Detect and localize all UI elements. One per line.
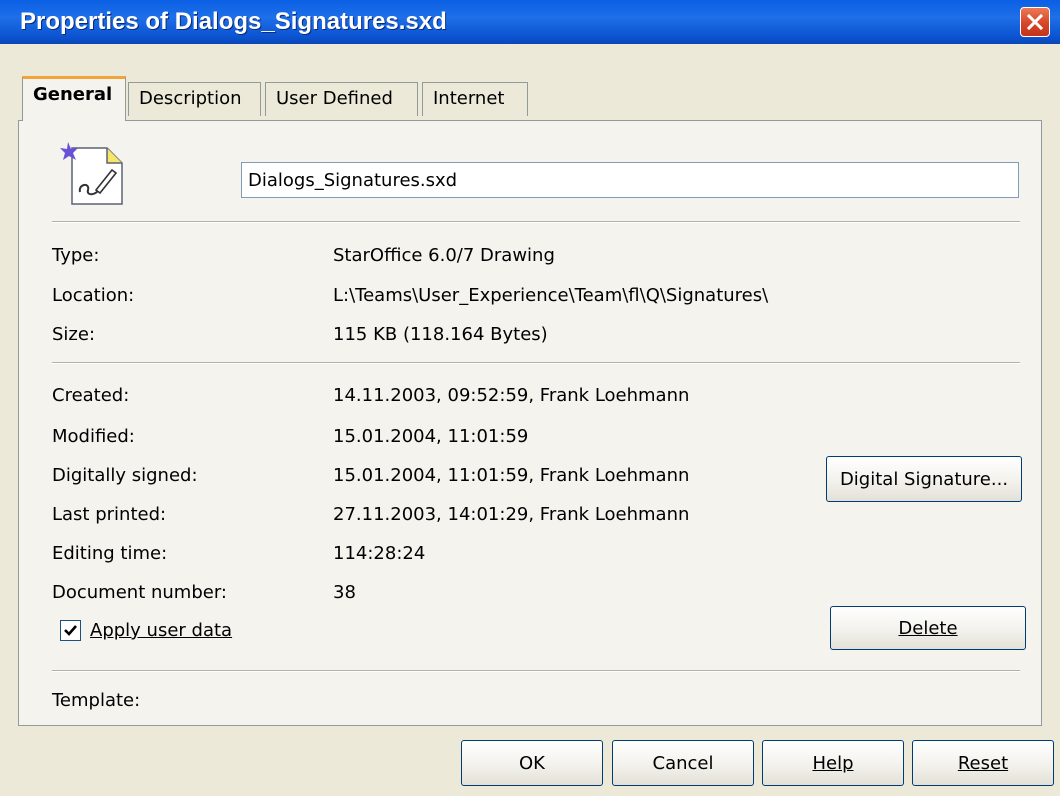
- editing-time-label: Editing time:: [52, 543, 168, 564]
- tab-description[interactable]: Description: [128, 82, 261, 116]
- template-label: Template:: [52, 690, 141, 711]
- tab-user-defined-label: User Defined: [276, 88, 393, 109]
- digitally-signed-value: 15.01.2004, 11:01:59, Frank Loehmann: [333, 465, 690, 486]
- window-title: Properties of Dialogs_Signatures.sxd: [20, 8, 447, 35]
- help-button[interactable]: Help: [762, 740, 904, 786]
- size-value: 115 KB (118.164 Bytes): [333, 324, 548, 345]
- close-button[interactable]: [1020, 7, 1050, 37]
- separator: [52, 362, 1020, 364]
- location-label: Location:: [52, 285, 135, 306]
- digital-signature-button[interactable]: Digital Signature...: [826, 456, 1022, 502]
- modified-value: 15.01.2004, 11:01:59: [333, 426, 529, 447]
- ok-button-label: OK: [519, 752, 545, 774]
- tab-internet[interactable]: Internet: [422, 82, 528, 116]
- apply-user-data-label[interactable]: Apply user data: [90, 620, 232, 641]
- last-printed-value: 27.11.2003, 14:01:29, Frank Loehmann: [333, 504, 690, 525]
- tab-user-defined[interactable]: User Defined: [265, 82, 418, 116]
- help-button-label: Help: [812, 752, 854, 774]
- tab-internet-label: Internet: [433, 88, 505, 109]
- last-printed-label: Last printed:: [52, 504, 167, 525]
- title-bar[interactable]: Properties of Dialogs_Signatures.sxd: [0, 0, 1060, 44]
- filename-field[interactable]: [241, 162, 1019, 198]
- drawing-document-icon: [60, 142, 123, 205]
- location-value: L:\Teams\User_Experience\Team\fl\Q\Signa…: [333, 285, 769, 306]
- type-value: StarOffice 6.0/7 Drawing: [333, 245, 555, 266]
- separator: [52, 670, 1020, 672]
- cancel-button[interactable]: Cancel: [612, 740, 754, 786]
- digital-signature-button-label: Digital Signature...: [839, 468, 1009, 490]
- size-label: Size:: [52, 324, 96, 345]
- check-icon: [64, 625, 77, 636]
- cancel-button-label: Cancel: [652, 752, 714, 774]
- tab-general-label: General: [33, 84, 113, 105]
- digitally-signed-label: Digitally signed:: [52, 465, 198, 486]
- delete-button-label: Delete: [898, 617, 958, 639]
- apply-user-data-checkbox[interactable]: [60, 620, 81, 641]
- editing-time-value: 114:28:24: [333, 543, 426, 564]
- reset-button-label: Reset: [957, 752, 1009, 774]
- modified-label: Modified:: [52, 426, 135, 447]
- type-label: Type:: [52, 245, 100, 266]
- separator: [52, 221, 1020, 223]
- document-number-label: Document number:: [52, 582, 227, 603]
- tab-description-label: Description: [139, 88, 242, 109]
- reset-button[interactable]: Reset: [912, 740, 1054, 786]
- delete-button[interactable]: Delete: [830, 606, 1026, 650]
- tab-general[interactable]: General: [22, 76, 126, 121]
- created-value: 14.11.2003, 09:52:59, Frank Loehmann: [333, 385, 690, 406]
- close-icon: [1026, 13, 1044, 31]
- document-number-value: 38: [333, 582, 356, 603]
- ok-button[interactable]: OK: [461, 740, 603, 786]
- created-label: Created:: [52, 385, 130, 406]
